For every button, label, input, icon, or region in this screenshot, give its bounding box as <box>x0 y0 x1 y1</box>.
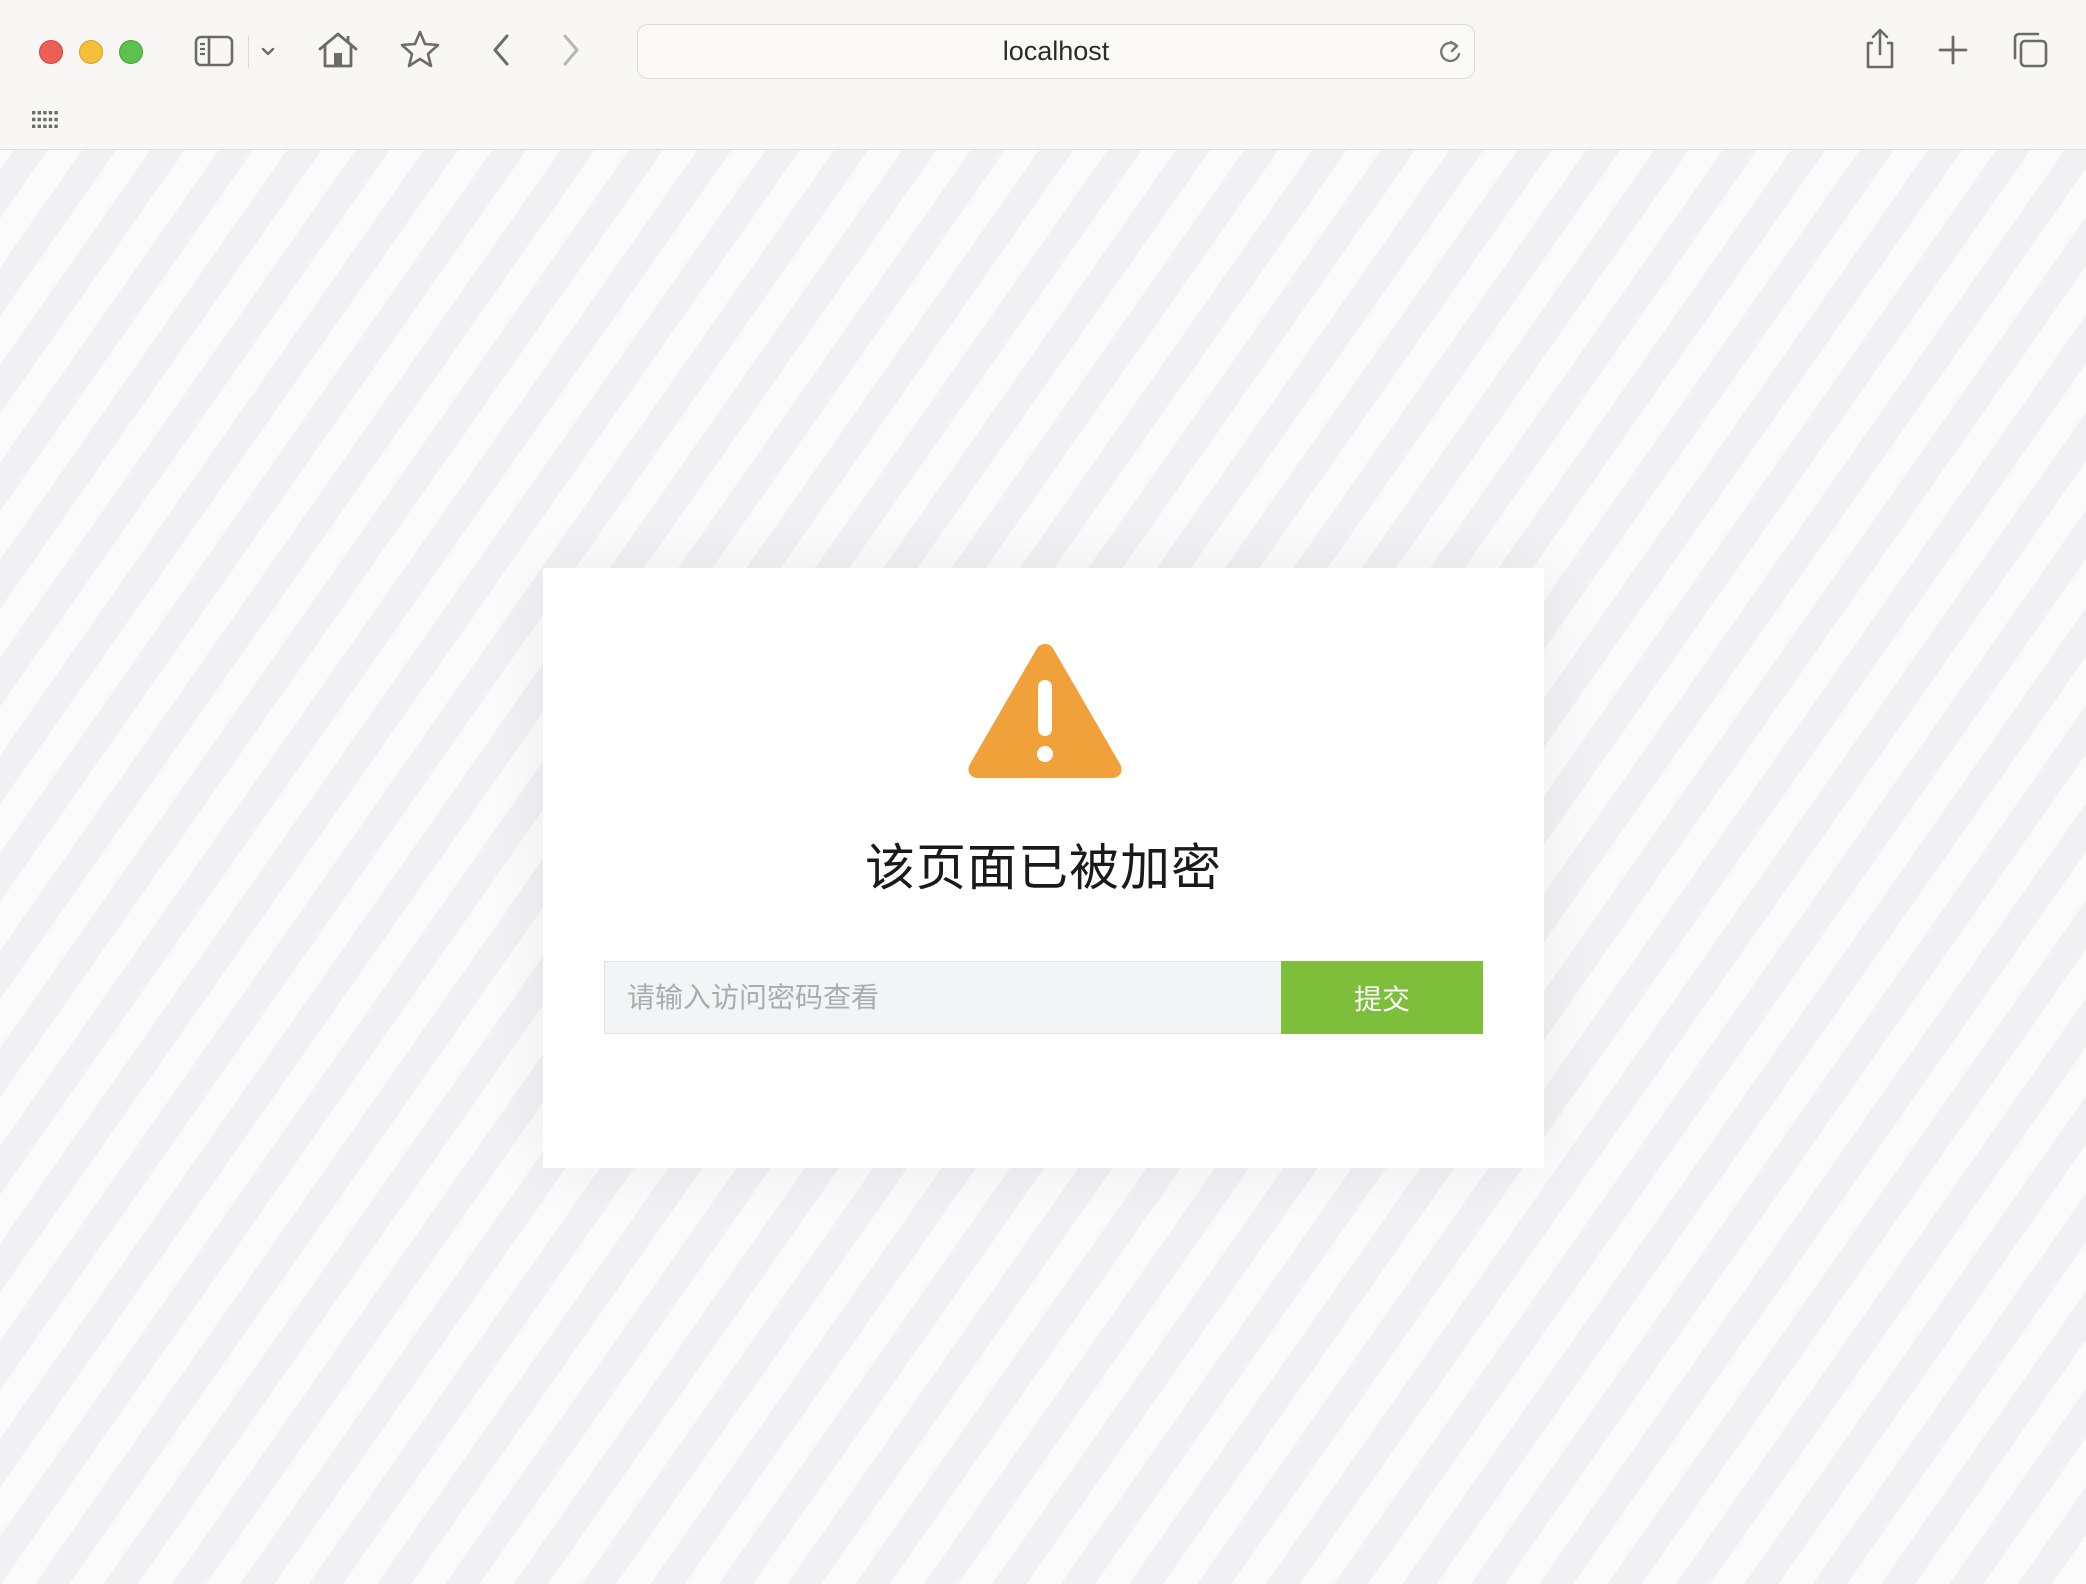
home-icon[interactable] <box>314 27 362 73</box>
sidebar-icon[interactable] <box>193 33 235 69</box>
plus-icon[interactable] <box>1936 33 1970 67</box>
star-icon[interactable] <box>398 27 442 71</box>
address-bar[interactable]: localhost <box>637 24 1475 79</box>
close-window-button[interactable] <box>39 40 63 64</box>
minimize-window-button[interactable] <box>79 40 103 64</box>
password-card: 该页面已被加密 提交 <box>543 568 1544 1168</box>
share-icon[interactable] <box>1862 26 1898 72</box>
page-content: 该页面已被加密 提交 <box>0 150 2086 1584</box>
warning-icon <box>965 638 1125 780</box>
password-input[interactable] <box>604 961 1281 1034</box>
page-title: 该页面已被加密 <box>865 839 1222 897</box>
browser-window: localhost 该页面已被加密 提交 <box>0 0 2086 1584</box>
browser-toolbar: localhost <box>0 0 2086 150</box>
toolbar-divider <box>248 36 249 68</box>
submit-button[interactable]: 提交 <box>1281 961 1483 1034</box>
address-text: localhost <box>1002 36 1110 66</box>
chevron-right-icon[interactable] <box>556 31 586 69</box>
chevron-down-icon[interactable] <box>258 42 278 62</box>
reload-icon[interactable] <box>1436 38 1464 71</box>
zoom-window-button[interactable] <box>119 40 143 64</box>
chevron-left-icon[interactable] <box>486 31 516 69</box>
tabs-overview-icon[interactable] <box>2010 30 2050 70</box>
grid-icon[interactable] <box>30 109 60 131</box>
